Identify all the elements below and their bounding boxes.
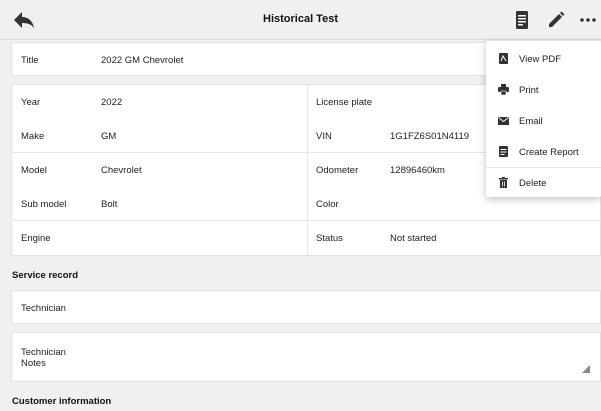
odometer-label: Odometer (316, 165, 359, 176)
color-label: Color (316, 199, 339, 210)
technician-notes-label-line1: Technician (21, 347, 66, 358)
pencil-icon (549, 11, 565, 27)
edit-button[interactable] (546, 10, 566, 30)
report-button[interactable] (512, 10, 532, 30)
sub-model-label: Sub model (21, 199, 67, 210)
make-label: Make (21, 131, 45, 142)
report-icon (499, 146, 508, 157)
technician-notes-field[interactable]: Technician Notes (11, 332, 601, 382)
report-icon (516, 11, 528, 29)
license-plate-label: License plate (316, 97, 372, 108)
menu-item-label: Create Report (519, 147, 579, 158)
vin-label: VIN (316, 131, 332, 142)
vehicle-row: Engine Status Not started (12, 221, 601, 255)
more-button[interactable] (578, 10, 598, 30)
menu-item-print[interactable]: Print (486, 74, 601, 104)
status-label: Status (316, 233, 343, 244)
menu-item-label: Delete (519, 178, 547, 189)
sub-model-value[interactable]: Bolt (101, 199, 117, 210)
odometer-value[interactable]: 12896460km (390, 165, 445, 176)
service-record-heading: Service record (12, 270, 79, 281)
status-value[interactable]: Not started (390, 233, 436, 244)
model-label: Model (21, 165, 47, 176)
year-label: Year (21, 97, 41, 108)
title-value[interactable]: 2022 GM Chevrolet (101, 55, 183, 66)
title-label: Title (21, 55, 39, 66)
technician-label: Technician (21, 303, 66, 314)
email-icon (498, 117, 509, 125)
menu-item-view-pdf[interactable]: View PDF (486, 43, 601, 73)
vin-value[interactable]: 1G1FZ6S01N4119 (390, 131, 469, 142)
page-title: Historical Test (263, 13, 338, 25)
more-horizontal-icon (580, 18, 596, 22)
year-value[interactable]: 2022 (101, 97, 122, 108)
menu-item-delete[interactable]: Delete (486, 167, 601, 197)
menu-item-label: Email (519, 116, 543, 127)
technician-notes-label-line2: Notes (21, 358, 46, 369)
menu-item-create-report[interactable]: Create Report (486, 136, 601, 166)
menu-item-label: View PDF (519, 54, 562, 65)
overflow-menu: View PDF Print Email Create Report Delet… (486, 41, 601, 197)
model-value[interactable]: Chevrolet (101, 165, 142, 176)
technician-field[interactable]: Technician (11, 290, 601, 324)
customer-information-heading: Customer information (12, 396, 112, 407)
printer-icon (498, 84, 509, 95)
menu-item-email[interactable]: Email (486, 105, 601, 135)
pdf-icon (499, 53, 508, 64)
resize-grip-icon[interactable] (582, 365, 590, 373)
make-value[interactable]: GM (101, 131, 116, 142)
app-header: Historical Test (0, 0, 601, 40)
trash-icon (499, 177, 508, 188)
engine-label: Engine (21, 233, 51, 244)
menu-item-label: Print (519, 85, 539, 96)
